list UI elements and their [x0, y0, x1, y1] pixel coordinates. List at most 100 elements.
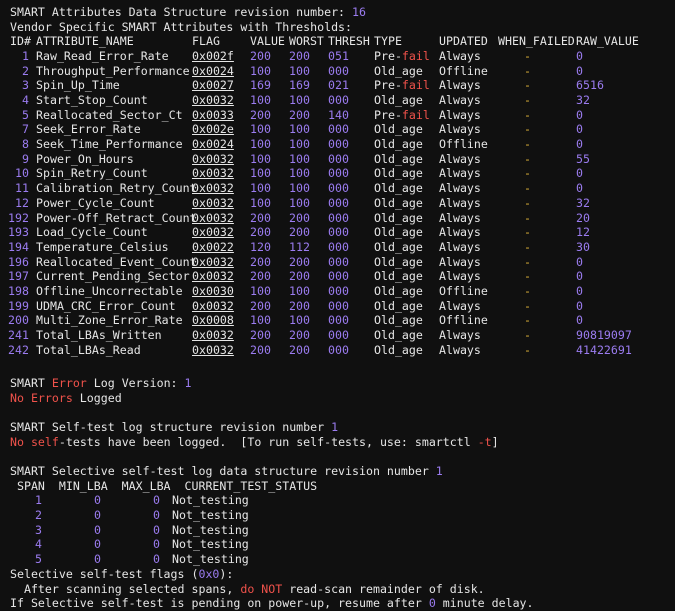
do-not-text: do NOT: [240, 581, 283, 596]
attribute-when-failed: -: [524, 328, 531, 343]
attribute-thresh: 000: [328, 225, 349, 240]
span-max-lba: 0: [153, 493, 160, 508]
attribute-id: 196: [8, 254, 29, 269]
attribute-raw-value: 0: [576, 298, 583, 313]
attribute-raw-value: 32: [576, 92, 590, 107]
error-word: Error: [51, 376, 87, 390]
attribute-raw-value: 0: [576, 284, 583, 298]
attribute-value: 200: [250, 107, 271, 122]
attribute-worst: 112: [289, 239, 310, 254]
attribute-type: Old_age: [374, 298, 423, 313]
span-min-lba: 0: [94, 537, 101, 552]
selective-revision-line: SMART Selective self-test log data struc…: [10, 464, 443, 478]
attribute-when-failed: -: [524, 298, 531, 313]
attribute-raw-value: 41422691: [576, 342, 632, 357]
attribute-type: Pre-fail: [374, 48, 430, 63]
column-header-7: UPDATED: [439, 34, 488, 49]
attribute-raw-value: 20: [576, 210, 590, 225]
attribute-type: Old_age: [374, 342, 423, 357]
attribute-flag: 0x0024: [192, 63, 234, 78]
attribute-raw-value: 0: [576, 122, 583, 137]
attribute-id: 12: [15, 195, 29, 210]
attribute-type: Old_age: [374, 239, 423, 254]
attribute-thresh: 140: [328, 107, 349, 122]
attribute-thresh: 000: [328, 328, 349, 343]
attribute-value: 100: [250, 284, 271, 298]
attribute-type: Old_age: [374, 313, 423, 328]
attribute-raw-value: 90819097: [576, 328, 632, 343]
attribute-updated: Always: [439, 210, 481, 225]
attribute-value: 200: [250, 269, 271, 284]
attribute-name: Spin_Retry_Count: [36, 166, 148, 181]
attribute-name: Reallocated_Event_Count: [36, 254, 197, 269]
attribute-flag: 0x0033: [192, 107, 234, 122]
attribute-id: 198: [8, 284, 29, 298]
attribute-when-failed: -: [524, 254, 531, 269]
self-test-revision-line: SMART Self-test log structure revision n…: [10, 420, 339, 434]
attribute-raw-value: 0: [576, 166, 583, 181]
attribute-updated: Always: [439, 181, 481, 196]
attribute-flag: 0x0032: [192, 92, 234, 107]
attribute-name: Load_Cycle_Count: [36, 225, 148, 240]
smartctl-flag: -t: [477, 434, 492, 449]
attribute-name: Power-Off_Retract_Count: [36, 210, 197, 225]
attribute-id: 197: [8, 269, 29, 284]
attribute-thresh: 000: [328, 342, 349, 357]
attribute-flag: 0x0032: [192, 328, 234, 343]
attribute-flag: 0x0024: [192, 137, 234, 151]
attribute-worst: 200: [289, 225, 310, 240]
attribute-flag: 0x0032: [192, 195, 234, 210]
attribute-value: 100: [250, 313, 271, 328]
attribute-flag: 0x0032: [192, 269, 234, 284]
no-errors-line: No Errors Logged: [10, 390, 122, 405]
attribute-worst: 200: [289, 298, 310, 313]
attribute-when-failed: -: [524, 48, 531, 63]
attribute-updated: Always: [439, 122, 481, 137]
attribute-name: Seek_Error_Rate: [36, 122, 141, 137]
selective-flags-line: Selective self-test flags (0x0):: [10, 567, 234, 581]
attribute-updated: Always: [439, 107, 481, 122]
attribute-when-failed: -: [524, 122, 531, 137]
column-header-3: VALUE: [250, 34, 285, 49]
attribute-flag: 0x0032: [192, 298, 234, 313]
attribute-value: 100: [250, 63, 271, 78]
attribute-value: 100: [250, 181, 271, 196]
terminal-window: SMART Attributes Data Structure revision…: [0, 0, 675, 610]
span-number: 2: [35, 507, 42, 522]
revision-label: SMART Attributes Data Structure revision…: [10, 5, 353, 19]
attribute-flag: 0x0032: [192, 342, 234, 357]
attribute-worst: 100: [289, 181, 310, 196]
attribute-thresh: 000: [328, 137, 349, 151]
column-header-0: ID#: [10, 34, 31, 49]
attribute-name: Reallocated_Sector_Ct: [36, 107, 183, 122]
attribute-raw-value: 32: [576, 195, 590, 210]
attribute-type: Pre-fail: [374, 78, 430, 93]
span-status: Not_testing: [172, 522, 249, 537]
span-status: Not_testing: [172, 493, 249, 508]
attribute-raw-value: 0: [576, 181, 583, 196]
attribute-value: 200: [250, 298, 271, 313]
attribute-type: Old_age: [374, 151, 423, 166]
attribute-id: 5: [22, 107, 29, 122]
span-max-lba: 0: [153, 507, 160, 522]
attribute-id: 200: [8, 313, 29, 328]
attribute-worst: 100: [289, 137, 310, 151]
attribute-updated: Offline: [439, 137, 488, 151]
span-number: 1: [35, 493, 42, 508]
attribute-type: Old_age: [374, 225, 423, 240]
attribute-value: 200: [250, 48, 271, 63]
attribute-when-failed: -: [524, 151, 531, 166]
selective-flags-value: 0x0: [198, 567, 220, 581]
attribute-type: Old_age: [374, 210, 423, 225]
pending-line: If Selective self-test is pending on pow…: [10, 596, 534, 611]
attribute-name: Seek_Time_Performance: [36, 137, 183, 151]
column-header-6: TYPE: [374, 34, 402, 49]
attribute-thresh: 000: [328, 239, 349, 254]
attribute-value: 120: [250, 239, 271, 254]
span-max-lba: 0: [153, 537, 160, 552]
span-number: 4: [35, 537, 42, 552]
attribute-flag: 0x0032: [192, 254, 234, 269]
attribute-value: 100: [250, 195, 271, 210]
attribute-flag: 0x0032: [192, 210, 234, 225]
pending-delay-number: 0: [428, 596, 436, 611]
